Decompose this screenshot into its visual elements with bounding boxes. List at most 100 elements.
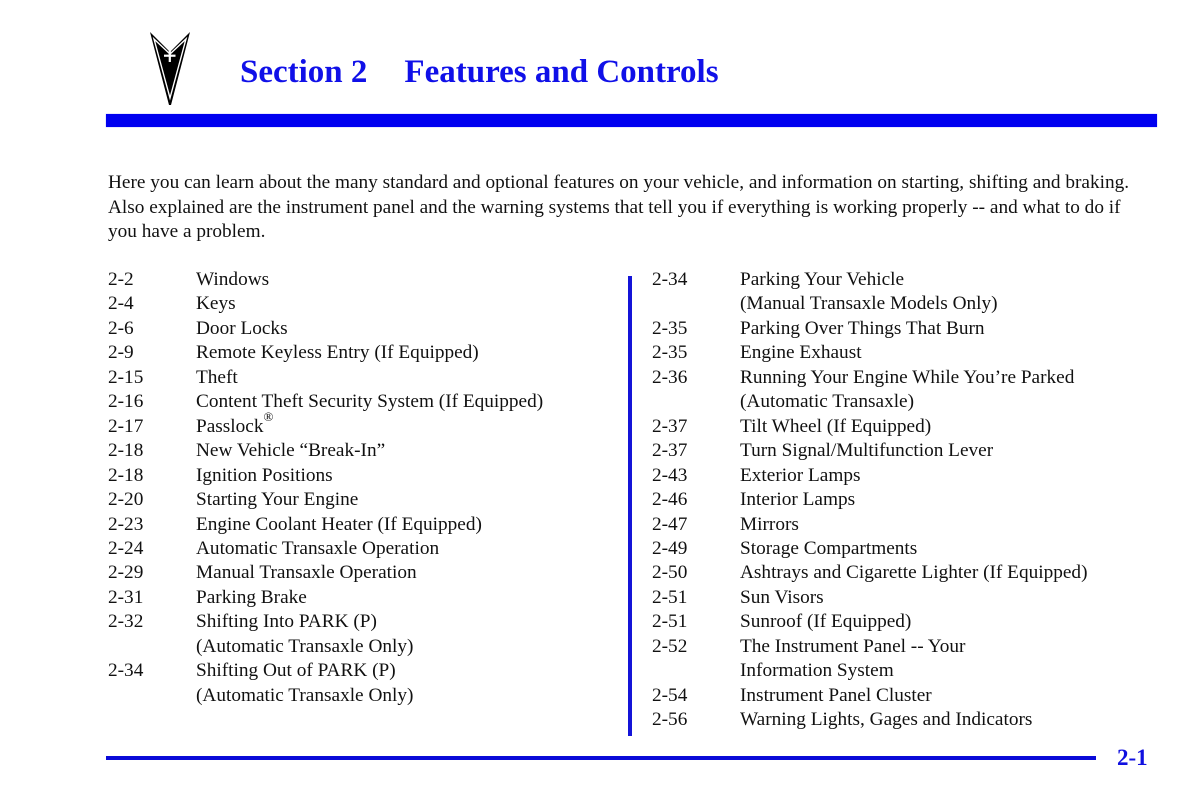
toc-entry-title: Content Theft Security System (If Equipp… [196,390,543,414]
toc-entry-text: Sunroof (If Equipped) [740,611,912,633]
toc-entry-text: Exterior Lamps [740,464,861,486]
toc-page-number: 2-20 [108,489,144,511]
toc-page-number: 2-31 [108,586,144,608]
toc-entry[interactable]: 2-32 Shifting Into PARK (P) (Automatic Tr… [108,610,543,659]
toc-entry[interactable]: 2-37 Tilt Wheel (If Equipped) [652,415,1088,439]
toc-entry-text: Passlock [196,415,264,437]
toc-entry-text: Keys [196,293,236,315]
intro-paragraph: Here you can learn about the many standa… [108,172,1130,243]
toc-entry[interactable]: 2-18 New Vehicle “Break-In” [108,439,543,463]
toc-entry-text: Shifting Out of PARK (P) (Automatic Tran… [196,660,414,706]
toc-entry[interactable]: 2-47 Mirrors [652,513,1088,537]
toc-entry-text: Parking Your Vehicle (Manual Transaxle M… [740,269,998,315]
toc-page-number: 2-37 [652,440,688,462]
toc-page-number: 2-18 [108,464,144,486]
toc-entry-text: Shifting Into PARK (P) (Automatic Transa… [196,611,414,657]
toc-entry-title: Passlock® [196,410,273,439]
toc-page-number: 2-32 [108,611,144,633]
toc-page-number: 2-4 [108,293,134,315]
toc-entry[interactable]: 2-16 Content Theft Security System (If Eq… [108,390,543,414]
toc-entry-text: Parking Brake [196,586,307,608]
toc-entry[interactable]: 2-37 Turn Signal/Multifunction Lever [652,439,1088,463]
registered-mark: ® [263,409,274,425]
toc-column-left: 2-2 Windows 2-4 Keys 2-6 Door Locks 2-9 Remote … [108,268,543,708]
page-number: 2-1 [1117,745,1148,770]
toc-entry-title: Sun Visors [740,586,824,610]
toc-entry[interactable]: 2-15 Theft [108,366,543,390]
toc-page-number: 2-16 [108,391,144,413]
toc-page-number: 2-51 [652,586,688,608]
toc-page-number: 2-37 [652,415,688,437]
toc-page-number: 2-36 [652,366,688,388]
toc-entry-title: Starting Your Engine [196,488,358,512]
toc-entry-title: Ignition Positions [196,464,333,488]
toc-entry[interactable]: 2-49 Storage Compartments [652,537,1088,561]
toc-entry[interactable]: 2-18 Ignition Positions [108,464,543,488]
toc-entry-text: Storage Compartments [740,537,918,559]
toc-entry-text: Engine Coolant Heater (If Equipped) [196,513,482,535]
toc-entry-title: Parking Brake [196,586,307,610]
toc-entry-text: Interior Lamps [740,489,856,511]
toc-entry-title: Instrument Panel Cluster [740,684,932,708]
toc-entry-title: Windows [196,268,269,292]
toc-entry-title: Mirrors [740,513,799,537]
toc-page-number: 2-17 [108,415,144,437]
toc-entry[interactable]: 2-34 Shifting Out of PARK (P) (Automatic … [108,659,543,708]
toc-entry[interactable]: 2-51 Sun Visors [652,586,1088,610]
toc-entry[interactable]: 2-36 Running Your Engine While You’re Par… [652,366,1088,415]
toc-page-number: 2-15 [108,366,144,388]
toc-entry[interactable]: 2-35 Parking Over Things That Burn [652,317,1088,341]
toc-entry[interactable]: 2-17 Passlock® [108,410,543,439]
toc-entry-text: Turn Signal/Multifunction Lever [740,440,994,462]
toc-entry[interactable]: 2-9 Remote Keyless Entry (If Equipped) [108,341,543,365]
toc-entry[interactable]: 2-23 Engine Coolant Heater (If Equipped) [108,513,543,537]
toc-entry-title: Shifting Into PARK (P) (Automatic Transa… [196,610,413,659]
toc-page-number: 2-51 [652,611,688,633]
toc-page-number: 2-43 [652,464,688,486]
toc-entry-text: Windows [196,269,270,290]
toc-entry[interactable]: 2-35 Engine Exhaust [652,341,1088,365]
toc-entry-title: Parking Your Vehicle (Manual Transaxle M… [740,268,998,317]
toc-page-number: 2-50 [652,562,688,584]
toc-entry[interactable]: 2-46 Interior Lamps [652,488,1088,512]
toc-entry[interactable]: 2-2 Windows [108,268,543,292]
toc-entry[interactable]: 2-24 Automatic Transaxle Operation [108,537,543,561]
toc-page-number: 2-34 [108,660,144,682]
pontiac-arrowhead-icon [148,30,192,106]
toc-entry[interactable]: 2-29 Manual Transaxle Operation [108,561,543,585]
toc-entry-text: Running Your Engine While You’re Parked … [740,366,1075,413]
toc-page-number: 2-47 [652,513,688,535]
toc-page-number: 2-49 [652,537,688,559]
toc-entry-text: Manual Transaxle Operation [196,562,417,584]
toc-entry[interactable]: 2-54 Instrument Panel Cluster [652,684,1088,708]
toc-entry-title: Keys [196,292,236,316]
section-number: Section 2 [240,54,368,90]
toc-entry-text: Remote Keyless Entry (If Equipped) [196,342,479,364]
toc-entry-title: The Instrument Panel -- Your Information… [740,635,965,684]
toc-entry[interactable]: 2-43 Exterior Lamps [652,464,1088,488]
toc-entry-text: Ignition Positions [196,464,333,486]
toc-entry[interactable]: 2-4 Keys [108,292,543,316]
toc-entry[interactable]: 2-50 Ashtrays and Cigarette Lighter (If E… [652,561,1088,585]
toc-page-number: 2-35 [652,317,688,339]
toc-entry-title: Theft [196,366,238,390]
toc-entry[interactable]: 2-34 Parking Your Vehicle (Manual Transax… [652,268,1088,317]
toc-entry[interactable]: 2-51 Sunroof (If Equipped) [652,610,1088,634]
toc-entry-title: Manual Transaxle Operation [196,561,417,585]
toc-entry[interactable]: 2-52 The Instrument Panel -- Your Informa… [652,635,1088,684]
toc-entry[interactable]: 2-6 Door Locks [108,317,543,341]
toc-entry-title: Ashtrays and Cigarette Lighter (If Equip… [740,561,1088,585]
toc-entry-text: Theft [196,366,238,388]
toc-page-number: 2-54 [652,684,688,706]
toc-entry[interactable]: 2-56 Warning Lights, Gages and Indicators [652,708,1088,732]
toc-entry[interactable]: 2-31 Parking Brake [108,586,543,610]
toc-entry-title: Engine Exhaust [740,341,862,365]
toc-entry-title: Interior Lamps [740,488,855,512]
toc-entry-text: Starting Your Engine [196,489,359,511]
toc-entry-title: Storage Compartments [740,537,917,561]
toc-column-right: 2-34 Parking Your Vehicle (Manual Transax… [652,268,1088,733]
toc-entry-title: Remote Keyless Entry (If Equipped) [196,341,479,365]
toc-entry-title: Tilt Wheel (If Equipped) [740,415,931,439]
toc-entry[interactable]: 2-20 Starting Your Engine [108,488,543,512]
toc-entry-title: Warning Lights, Gages and Indicators [740,708,1032,732]
